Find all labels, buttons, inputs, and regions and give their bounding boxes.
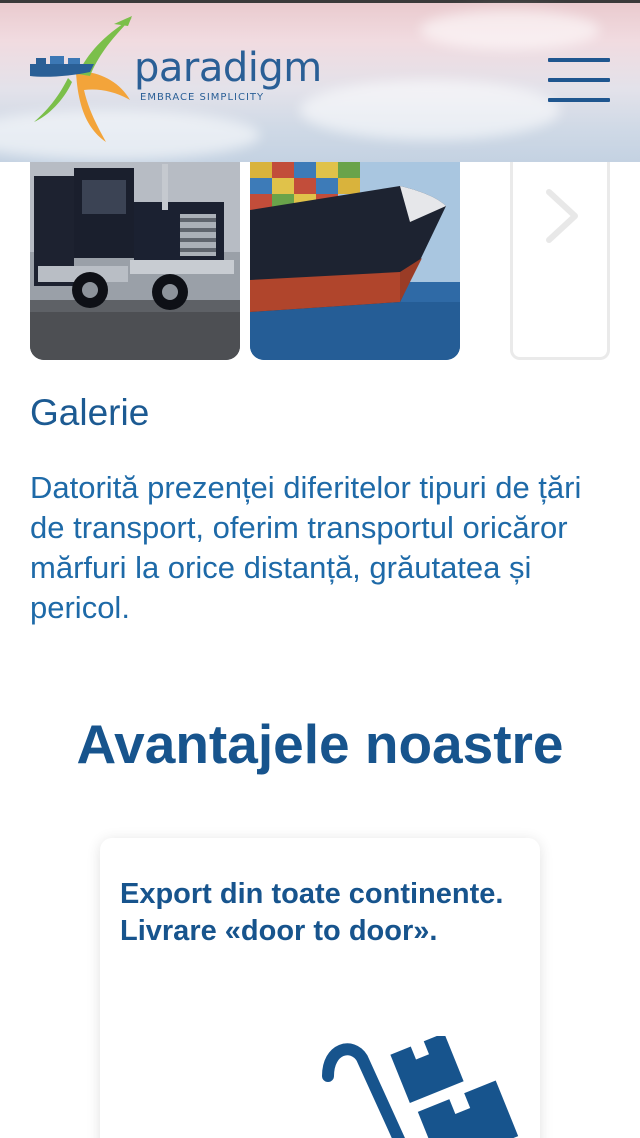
hand-truck-boxes-icon [322, 1036, 519, 1138]
menu-bar [548, 58, 610, 62]
logo-mark-icon [30, 16, 132, 142]
header-cloud [300, 80, 560, 140]
hamburger-menu-icon[interactable] [548, 58, 610, 106]
page: paradigm EMBRACE SIMPLICITY Galerie Dato… [0, 0, 640, 1138]
logo-tagline: EMBRACE SIMPLICITY [140, 92, 265, 103]
gallery-image-ship[interactable] [250, 162, 460, 360]
ship-image [250, 162, 460, 360]
menu-bar [548, 98, 610, 102]
gallery-image-truck[interactable] [30, 162, 240, 360]
gallery-title: Galerie [30, 392, 150, 433]
gallery-description: Datorită prezenței diferitelor tipuri de… [30, 470, 582, 625]
header-cloud [420, 10, 600, 50]
chevron-right-icon [546, 189, 578, 243]
carousel-next-button[interactable] [510, 162, 610, 360]
advantage-card: Export din toate continente. Livrare «do… [100, 838, 540, 1138]
advantage-card-title: Export din toate continente. Livrare «do… [120, 878, 504, 947]
logo[interactable]: paradigm EMBRACE SIMPLICITY [28, 12, 338, 152]
logo-text: paradigm [134, 45, 322, 91]
menu-bar [548, 78, 610, 82]
site-header: paradigm EMBRACE SIMPLICITY [0, 0, 640, 162]
truck-image [30, 162, 240, 360]
advantages-title: Avantajele noastre [76, 713, 564, 775]
gallery-carousel [0, 162, 640, 362]
